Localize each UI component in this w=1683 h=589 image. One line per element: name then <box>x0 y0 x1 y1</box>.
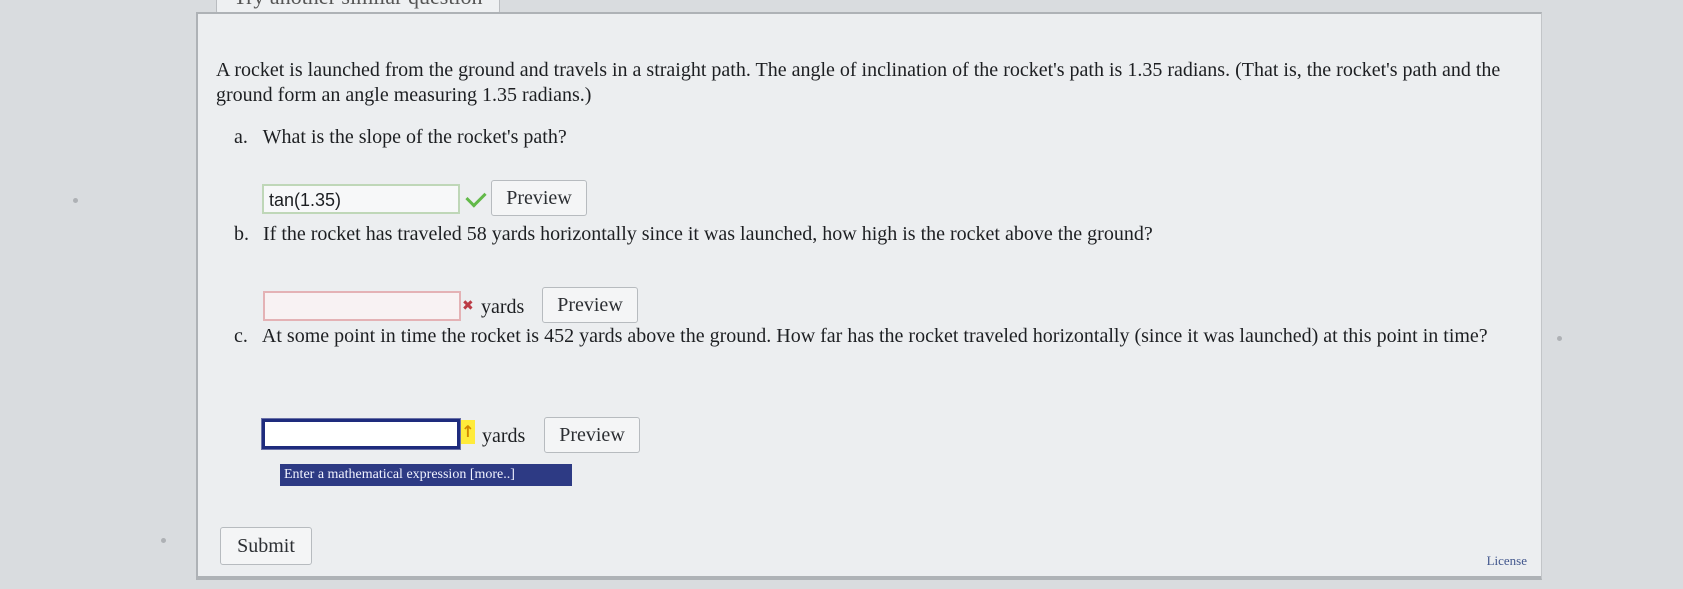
part-c-letter: c. <box>234 325 248 347</box>
part-b-prompt: b. If the rocket has traveled 58 yards h… <box>234 222 1264 246</box>
panel-bottom-divider <box>198 576 1541 578</box>
part-b-letter: b. <box>234 223 249 245</box>
part-c-answer-input[interactable] <box>262 419 460 449</box>
part-b-question: If the rocket has traveled 58 yards hori… <box>263 223 1153 245</box>
part-a-answer-input[interactable]: tan(1.35) <box>262 184 460 214</box>
part-b-preview-button[interactable]: Preview <box>542 287 638 323</box>
check-icon <box>465 186 487 208</box>
license-link[interactable]: License <box>1487 553 1527 569</box>
arrow-icon: ↑ <box>461 420 475 444</box>
x-icon: ✖ <box>462 298 474 314</box>
part-b-unit: yards <box>481 296 525 318</box>
left-page-mark <box>73 198 78 203</box>
left-page-mark <box>161 538 166 543</box>
part-a-question: What is the slope of the rocket's path? <box>262 126 567 148</box>
part-a-prompt: a. What is the slope of the rocket's pat… <box>234 125 1234 149</box>
right-page-mark <box>1557 336 1562 341</box>
part-c-preview-button[interactable]: Preview <box>544 417 640 453</box>
part-c-question: At some point in time the rocket is 452 … <box>261 325 1488 347</box>
question-panel: A rocket is launched from the ground and… <box>196 12 1542 580</box>
part-c-unit: yards <box>482 425 526 447</box>
part-c-prompt: c. At some point in time the rocket is 4… <box>234 324 1516 348</box>
part-a-letter: a. <box>234 126 248 148</box>
math-expression-hint[interactable]: Enter a mathematical expression [more..] <box>280 464 572 486</box>
part-b-answer-input[interactable] <box>263 291 461 321</box>
submit-button[interactable]: Submit <box>220 527 312 565</box>
part-a-preview-button[interactable]: Preview <box>491 180 587 216</box>
question-text: A rocket is launched from the ground and… <box>216 59 1501 106</box>
